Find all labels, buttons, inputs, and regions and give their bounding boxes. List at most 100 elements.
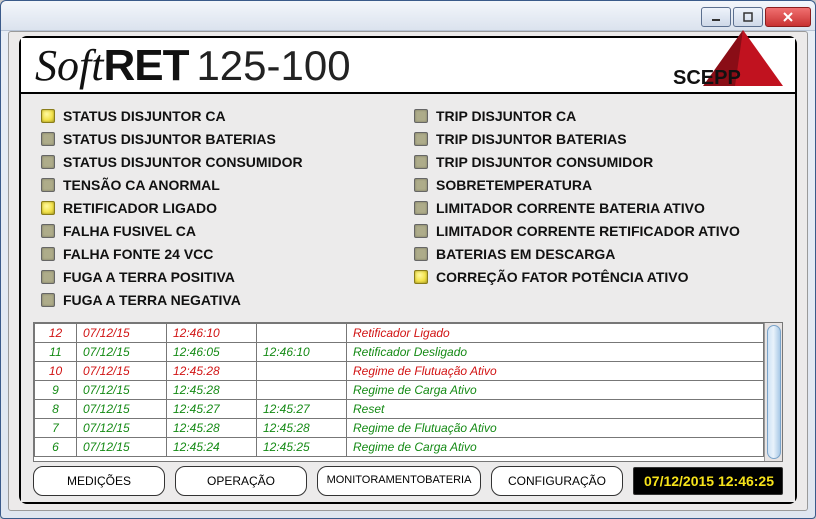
status-row: BATERIAS EM DESCARGA [414,244,779,264]
status-row: LIMITADOR CORRENTE RETIFICADOR ATIVO [414,221,779,241]
status-led-icon [414,178,428,192]
log-cell: Retificador Ligado [347,324,764,343]
status-row: SOBRETEMPERATURA [414,175,779,195]
status-led-icon [414,109,428,123]
log-cell: 6 [35,438,77,457]
status-label: FALHA FUSIVEL CA [63,223,196,239]
close-button[interactable] [765,7,811,27]
status-led-icon [414,155,428,169]
log-cell: 7 [35,419,77,438]
scrollbar-thumb[interactable] [767,325,781,459]
status-label: STATUS DISJUNTOR CA [63,108,226,124]
log-cell: 9 [35,381,77,400]
status-label: TRIP DISJUNTOR CA [436,108,576,124]
nav-medicoes[interactable]: MEDIÇÕES [33,466,165,496]
status-label: LIMITADOR CORRENTE BATERIA ATIVO [436,200,705,216]
log-table: 1207/12/1512:46:10Retificador Ligado1107… [34,323,764,457]
window-frame: Soft RET 125-100 SCEPP STATUS DISJUNTOR … [0,0,816,519]
status-row: STATUS DISJUNTOR BATERIAS [41,129,406,149]
log-cell: 11 [35,343,77,362]
status-area: STATUS DISJUNTOR CA STATUS DISJUNTOR BATE… [33,104,783,318]
log-cell [257,381,347,400]
client-area: Soft RET 125-100 SCEPP STATUS DISJUNTOR … [8,31,808,511]
main-frame: Soft RET 125-100 SCEPP STATUS DISJUNTOR … [19,36,797,504]
status-led-icon [414,201,428,215]
status-col-right: TRIP DISJUNTOR CA TRIP DISJUNTOR BATERIAS… [414,106,779,310]
log-scrollbar[interactable] [764,323,782,461]
status-led-icon [41,247,55,261]
nav-operacao[interactable]: OPERAÇÃO [175,466,307,496]
log-cell: 07/12/15 [77,343,167,362]
status-label: BATERIAS EM DESCARGA [436,246,615,262]
status-led-icon [41,270,55,284]
log-cell: 8 [35,400,77,419]
status-row: TRIP DISJUNTOR CONSUMIDOR [414,152,779,172]
status-label: FALHA FONTE 24 VCC [63,246,213,262]
brand-text: SCEPP [673,67,741,86]
log-cell: 12:45:28 [167,381,257,400]
status-row: TRIP DISJUNTOR CA [414,106,779,126]
log-table-wrap: 1207/12/1512:46:10Retificador Ligado1107… [34,323,764,461]
table-row[interactable]: 607/12/1512:45:2412:45:25Regime de Carga… [35,438,764,457]
table-row[interactable]: 907/12/1512:45:28Regime de Carga Ativo [35,381,764,400]
log-cell: 12:45:28 [167,419,257,438]
titlebar [1,1,815,31]
status-label: FUGA A TERRA POSITIVA [63,269,235,285]
status-led-icon [41,201,55,215]
status-label: STATUS DISJUNTOR CONSUMIDOR [63,154,303,170]
status-col-left: STATUS DISJUNTOR CA STATUS DISJUNTOR BATE… [41,106,406,310]
log-cell: 07/12/15 [77,400,167,419]
status-row: TRIP DISJUNTOR BATERIAS [414,129,779,149]
status-label: FUGA A TERRA NEGATIVA [63,292,241,308]
app-title: Soft RET 125-100 [35,40,351,91]
log-cell: 12:46:05 [167,343,257,362]
log-cell: Regime de Carga Ativo [347,381,764,400]
status-led-icon [41,132,55,146]
log-cell: 12:45:27 [167,400,257,419]
status-led-icon [414,132,428,146]
table-row[interactable]: 1207/12/1512:46:10Retificador Ligado [35,324,764,343]
log-cell: 12:45:28 [167,362,257,381]
status-label: STATUS DISJUNTOR BATERIAS [63,131,276,147]
header: Soft RET 125-100 SCEPP [21,38,795,94]
log-cell: Regime de Flutuação Ativo [347,362,764,381]
status-label: TRIP DISJUNTOR BATERIAS [436,131,627,147]
status-led-icon [41,224,55,238]
minimize-button[interactable] [701,7,731,27]
status-row: STATUS DISJUNTOR CA [41,106,406,126]
title-soft: Soft [35,40,103,91]
log-cell: 12:45:27 [257,400,347,419]
status-row: CORREÇÃO FATOR POTÊNCIA ATIVO [414,267,779,287]
table-row[interactable]: 1107/12/1512:46:0512:46:10Retificador De… [35,343,764,362]
log-cell: 10 [35,362,77,381]
log-cell: 12:45:24 [167,438,257,457]
status-label: TRIP DISJUNTOR CONSUMIDOR [436,154,653,170]
status-row: RETIFICADOR LIGADO [41,198,406,218]
log-cell: 12:45:25 [257,438,347,457]
log-cell [257,324,347,343]
status-row: FALHA FONTE 24 VCC [41,244,406,264]
log-cell: 12:46:10 [167,324,257,343]
status-led-icon [41,155,55,169]
log-panel: 1207/12/1512:46:10Retificador Ligado1107… [33,322,783,462]
status-led-icon [41,178,55,192]
nav-monitoramento-bateria[interactable]: MONITORAMENTOBATERIA [317,466,481,496]
log-cell [257,362,347,381]
log-cell: 12:45:28 [257,419,347,438]
log-cell: 07/12/15 [77,438,167,457]
title-model: 125-100 [196,42,350,90]
status-label: CORREÇÃO FATOR POTÊNCIA ATIVO [436,269,689,285]
maximize-button[interactable] [733,7,763,27]
log-cell: 12:46:10 [257,343,347,362]
table-row[interactable]: 707/12/1512:45:2812:45:28Regime de Flutu… [35,419,764,438]
status-led-icon [414,270,428,284]
table-row[interactable]: 1007/12/1512:45:28Regime de Flutuação At… [35,362,764,381]
log-cell: Regime de Flutuação Ativo [347,419,764,438]
status-row: FUGA A TERRA POSITIVA [41,267,406,287]
log-cell: Regime de Carga Ativo [347,438,764,457]
body: STATUS DISJUNTOR CA STATUS DISJUNTOR BATE… [21,94,795,502]
log-cell: 07/12/15 [77,324,167,343]
nav-configuracao[interactable]: CONFIGURAÇÃO [491,466,623,496]
table-row[interactable]: 807/12/1512:45:2712:45:27Reset [35,400,764,419]
status-label: TENSÃO CA ANORMAL [63,177,220,193]
